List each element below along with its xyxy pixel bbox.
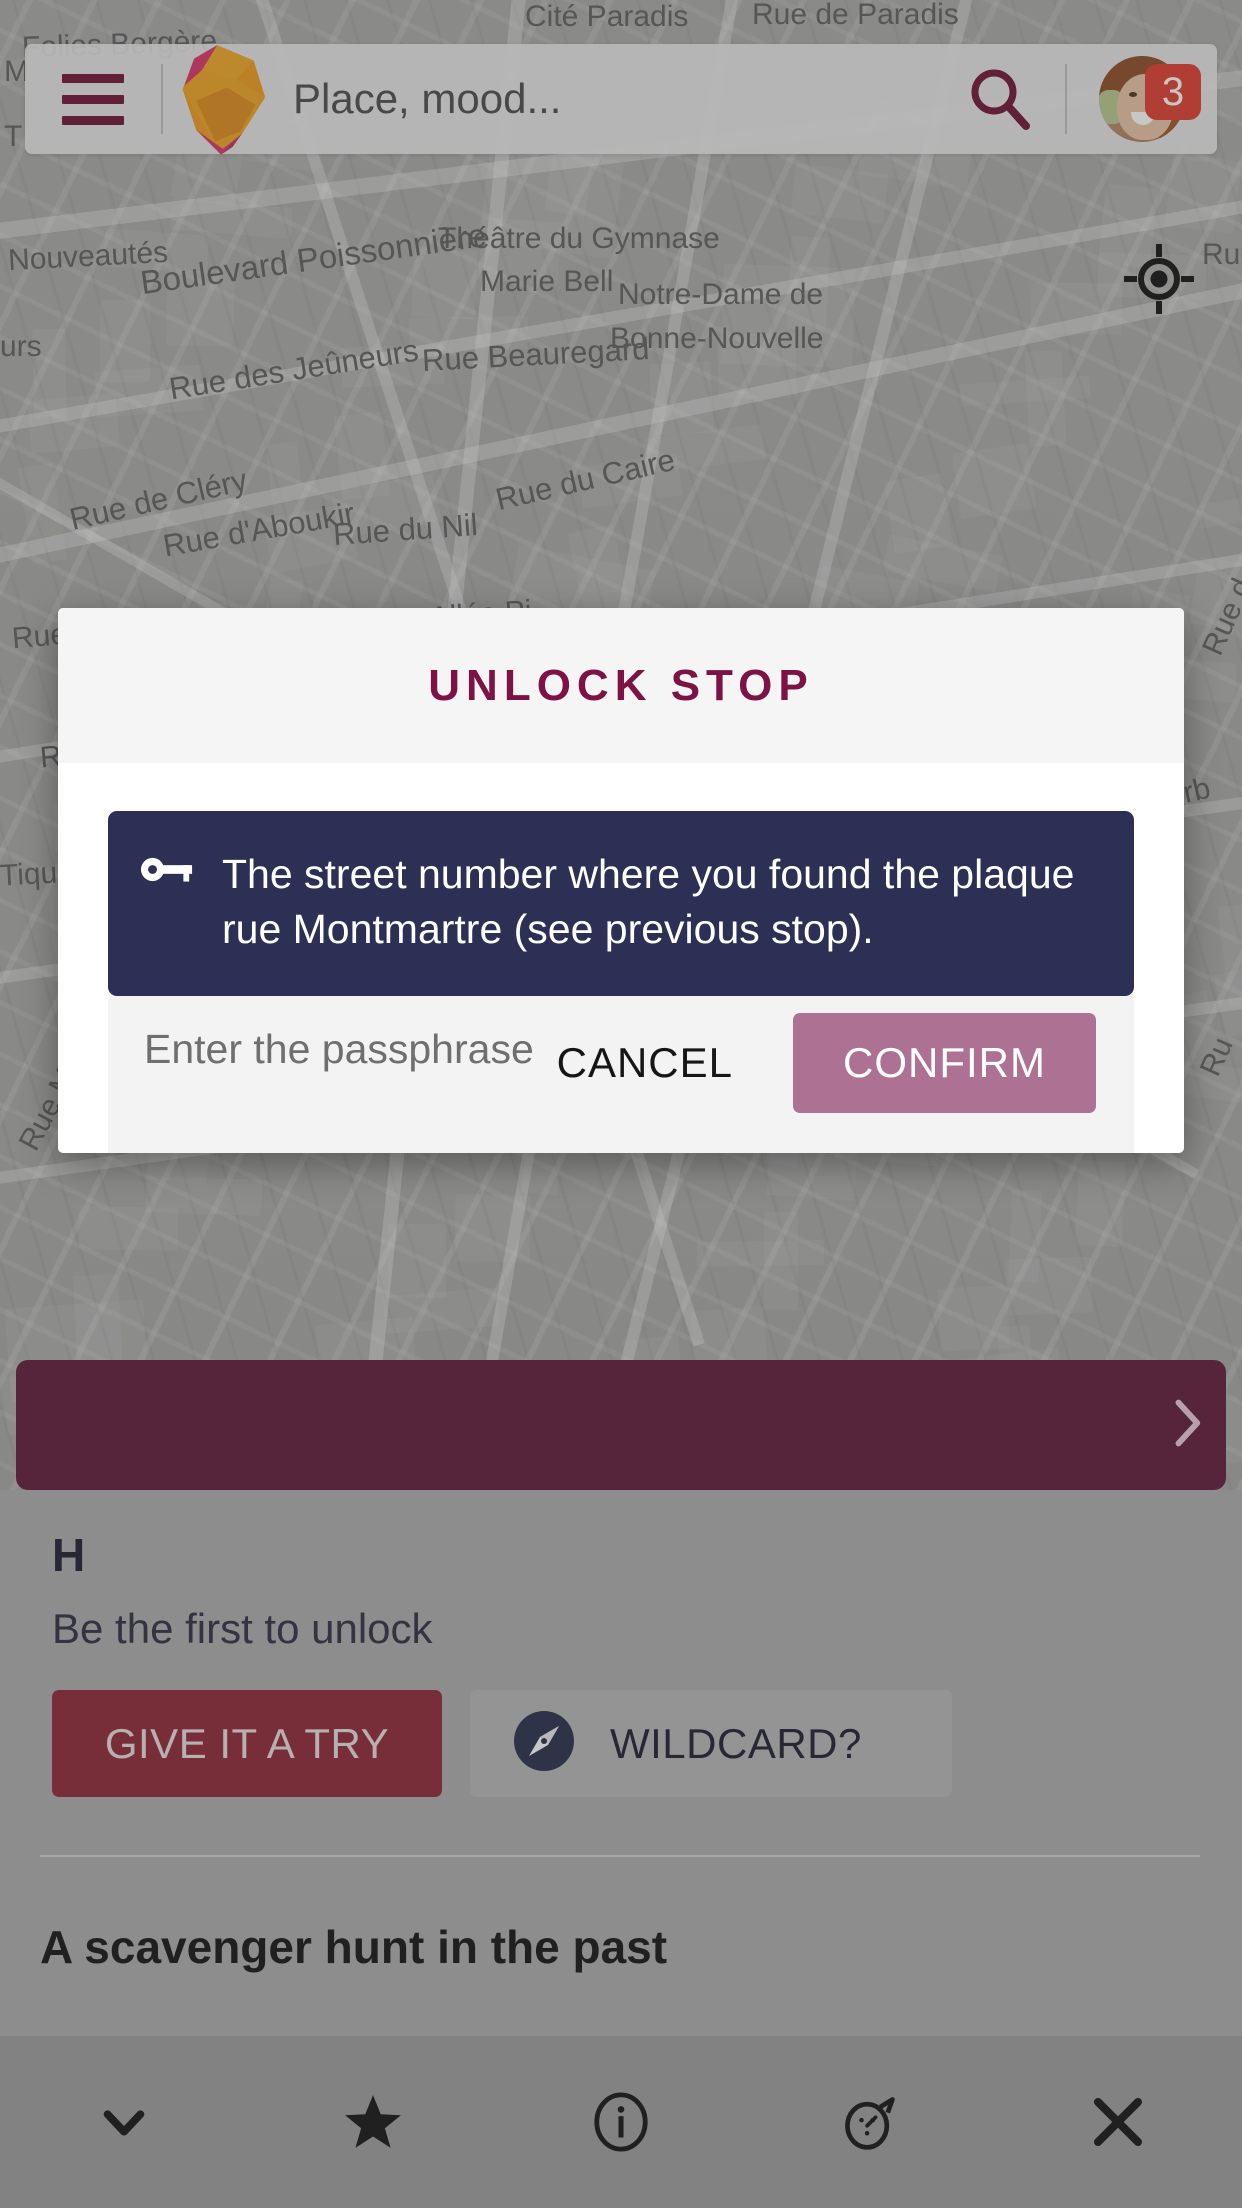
hint-text: The street number where you found the pl… [222, 851, 1075, 952]
unlock-stop-dialog: UNLOCK STOP The street number where you … [58, 608, 1184, 1153]
hint-box: The street number where you found the pl… [108, 811, 1134, 997]
dialog-header: UNLOCK STOP [58, 608, 1184, 763]
dialog-actions: CANCEL CONFIRM [58, 973, 1184, 1153]
cancel-button[interactable]: CANCEL [509, 1013, 781, 1113]
confirm-button[interactable]: CONFIRM [793, 1013, 1096, 1113]
key-icon [140, 847, 194, 956]
dialog-title: UNLOCK STOP [428, 660, 814, 710]
